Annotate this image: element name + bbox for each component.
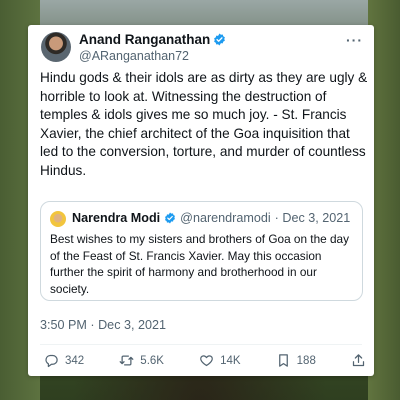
quoted-author-avatar[interactable] (50, 211, 66, 227)
retweet-button[interactable]: 5.6K (119, 353, 164, 368)
author-name-row: Anand Ranganathan (79, 32, 226, 47)
reply-count: 342 (65, 354, 85, 367)
more-options-icon[interactable]: ··· (346, 32, 363, 48)
author-name[interactable]: Anand Ranganathan (79, 32, 210, 47)
reply-button[interactable]: 342 (44, 353, 84, 368)
heart-icon (200, 355, 213, 367)
tweet-actions: 342 5.6K 14K 188 (44, 353, 366, 368)
retweet-icon (119, 355, 134, 366)
reply-icon (45, 354, 58, 368)
bookmark-icon (278, 354, 288, 367)
verified-badge-icon (214, 33, 226, 46)
tweet-timestamp[interactable]: 3:50 PM · Dec 3, 2021 (40, 318, 166, 332)
divider (40, 344, 362, 345)
verified-badge-icon (165, 212, 176, 224)
like-count: 14K (220, 354, 241, 367)
quoted-tweet-date: · Dec 3, 2021 (274, 211, 351, 225)
author-avatar[interactable] (41, 32, 71, 62)
author-handle[interactable]: @ARanganathan72 (79, 49, 189, 63)
quoted-author-handle: @narendramodi (180, 211, 271, 225)
quoted-tweet-header: Narendra Modi @narendramodi · Dec 3, 202… (72, 211, 350, 225)
share-button[interactable] (351, 353, 366, 368)
bookmark-count: 188 (296, 354, 316, 367)
quoted-tweet[interactable]: Narendra Modi @narendramodi · Dec 3, 202… (40, 201, 363, 301)
like-button[interactable]: 14K (199, 353, 241, 368)
retweet-count: 5.6K (140, 354, 164, 367)
bookmark-button[interactable]: 188 (276, 353, 316, 368)
share-icon (352, 354, 365, 367)
quoted-tweet-text: Best wishes to my sisters and brothers o… (50, 232, 350, 296)
quoted-author-name: Narendra Modi (72, 211, 161, 225)
tweet-text: Hindu gods & their idols are as dirty as… (40, 70, 368, 178)
tweet-card[interactable]: Anand Ranganathan @ARanganathan72 ··· Hi… (28, 25, 374, 376)
